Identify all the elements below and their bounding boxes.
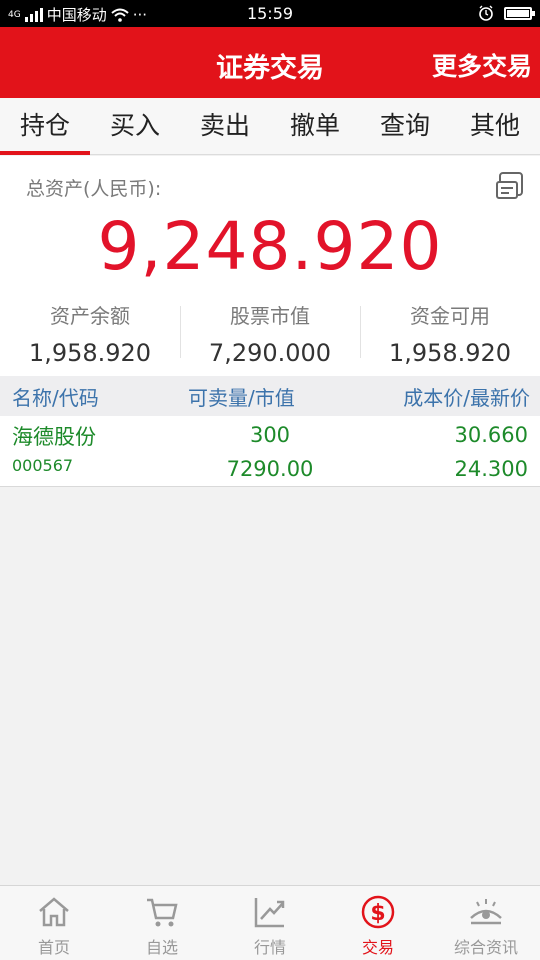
holdings-table-header: 名称/代码 可卖量/市值 成本价/最新价 <box>0 376 540 416</box>
stat-stock-market-value-value: 7,290.000 <box>208 339 332 367</box>
asset-stats: 资产余额 1,958.920 股票市值 7,290.000 资金可用 1,958… <box>0 300 540 367</box>
column-sellable-market-value: 可卖量/市值 <box>188 386 295 410</box>
nav-home[interactable]: 首页 <box>0 886 108 960</box>
tab-cancel-order[interactable]: 撤单 <box>270 98 360 154</box>
status-bar: 4G 中国移动 ··· 15:59 <box>0 0 540 27</box>
total-assets-label: 总资产(人民币): <box>26 178 162 200</box>
stat-balance: 资产余额 1,958.920 <box>0 300 180 367</box>
svg-text:$: $ <box>370 901 385 926</box>
more-trading-button[interactable]: 更多交易 <box>432 47 532 83</box>
status-right <box>478 5 535 21</box>
tab-holdings[interactable]: 持仓 <box>0 98 90 155</box>
table-row[interactable]: 海德股份 000567 300 7290.00 30.660 24.300 <box>0 416 540 487</box>
battery-icon <box>504 6 535 20</box>
trade-tabs: 持仓 买入 卖出 撤单 查询 其他 <box>0 98 540 155</box>
app-header: 证券交易 更多交易 <box>0 27 540 98</box>
trend-chart-icon <box>254 898 285 928</box>
column-name-code: 名称/代码 <box>12 386 99 410</box>
nav-trade-label: 交易 <box>361 938 394 957</box>
clock: 15:59 <box>246 4 294 23</box>
stat-stock-market-value: 股票市值 7,290.000 <box>180 300 360 367</box>
tab-buy[interactable]: 买入 <box>90 98 180 154</box>
stat-balance-value: 1,958.920 <box>28 339 152 367</box>
dollar-icon: $ <box>361 895 395 929</box>
nav-news-label: 综合资讯 <box>453 938 518 957</box>
home-icon <box>39 897 69 927</box>
cost-price: 30.660 <box>454 423 528 447</box>
nav-market[interactable]: 行情 <box>216 886 324 960</box>
cart-icon <box>147 898 178 927</box>
sellable-quantity: 300 <box>249 423 291 447</box>
stock-name: 海德股份 <box>12 425 96 449</box>
stat-balance-label: 资产余额 <box>50 304 130 328</box>
eye-news-icon <box>470 899 502 925</box>
latest-price: 24.300 <box>454 457 528 481</box>
bottom-nav: 首页 自选 行情 $ 交易 综合资讯 <box>0 885 540 960</box>
nav-trade[interactable]: $ 交易 <box>324 886 432 960</box>
column-cost-latest-price: 成本价/最新价 <box>403 386 530 410</box>
market-value: 7290.00 <box>226 457 314 481</box>
tab-sell[interactable]: 卖出 <box>180 98 270 154</box>
nav-market-label: 行情 <box>253 938 286 957</box>
statement-icon[interactable] <box>494 170 526 202</box>
nav-watchlist-label: 自选 <box>145 938 178 957</box>
stat-available-funds: 资金可用 1,958.920 <box>360 300 540 367</box>
stat-available-funds-label: 资金可用 <box>410 304 490 328</box>
tab-query[interactable]: 查询 <box>360 98 450 154</box>
stat-available-funds-value: 1,958.920 <box>388 339 512 367</box>
tab-other[interactable]: 其他 <box>450 98 540 154</box>
assets-summary: 总资产(人民币): 9,248.920 资产余额 1,958.920 股票市值 … <box>0 156 540 376</box>
total-assets-value: 9,248.920 <box>97 208 443 285</box>
stock-code: 000567 <box>12 456 74 475</box>
alarm-icon <box>479 5 493 21</box>
stat-stock-market-value-label: 股票市值 <box>230 304 310 328</box>
nav-home-label: 首页 <box>37 938 70 957</box>
empty-list-area <box>0 487 540 885</box>
nav-watchlist[interactable]: 自选 <box>108 886 216 960</box>
nav-news[interactable]: 综合资讯 <box>432 886 540 960</box>
